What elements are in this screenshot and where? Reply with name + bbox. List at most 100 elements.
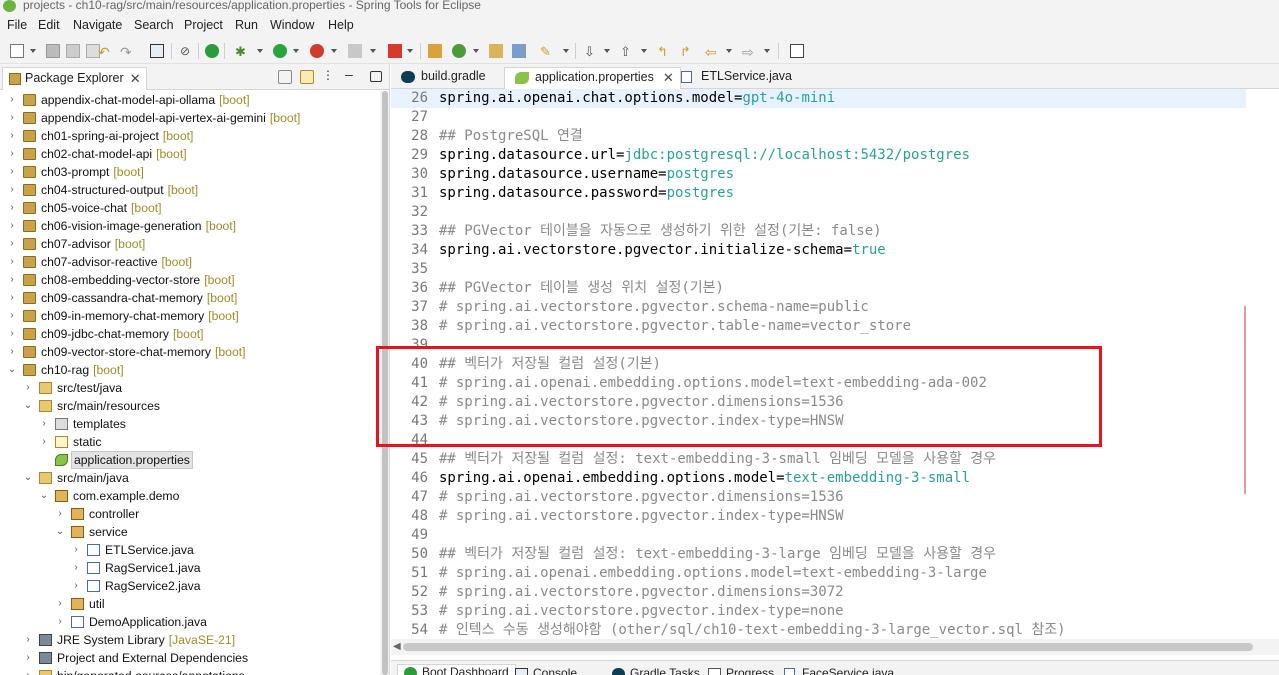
code-line[interactable]: 54 # 인텍스 수동 생성해야함 (other/sql/ch10-text-em…: [391, 621, 1246, 639]
code-line[interactable]: 37 # spring.ai.vectorstore.pgvector.schem…: [391, 298, 1246, 317]
tree-source-folder[interactable]: › bin/generated-sources/annotations: [0, 667, 380, 675]
tree-project[interactable]: › appendix-chat-model-api-vertex-ai-gemin…: [0, 109, 380, 127]
expand-arrow-icon[interactable]: ›: [39, 415, 49, 433]
expand-arrow-icon[interactable]: ›: [7, 253, 17, 271]
search-icon[interactable]: ✎: [540, 44, 554, 59]
deploy-dropdown-icon[interactable]: [407, 49, 413, 53]
collapse-arrow-icon[interactable]: ⌄: [23, 397, 33, 415]
code-line[interactable]: 36 ## PGVector 테이블 생성 위치 설정(기본): [391, 279, 1246, 298]
menu-search[interactable]: Search: [134, 18, 174, 32]
back-dropdown-icon[interactable]: [726, 49, 732, 53]
menu-help[interactable]: Help: [328, 18, 354, 32]
expand-arrow-icon[interactable]: ›: [71, 577, 81, 595]
expand-arrow-icon[interactable]: ›: [23, 631, 33, 649]
tab-gradle-tasks[interactable]: Gradle Tasks: [612, 666, 700, 675]
expand-arrow-icon[interactable]: ›: [71, 559, 81, 577]
forward-icon[interactable]: ⇨: [742, 44, 756, 60]
tree-project[interactable]: › ch01-spring-ai-project [boot]: [0, 127, 380, 145]
code-line[interactable]: 44: [391, 431, 1246, 450]
expand-arrow-icon[interactable]: ›: [7, 307, 17, 325]
collapse-arrow-icon[interactable]: ⌄: [23, 469, 33, 487]
tree-java-file[interactable]: › RagService1.java: [0, 559, 380, 577]
menu-edit[interactable]: Edit: [38, 18, 60, 32]
link-with-editor-icon[interactable]: [300, 70, 314, 84]
code-line[interactable]: 51 # spring.ai.openai.embedding.options.m…: [391, 564, 1246, 583]
expand-arrow-icon[interactable]: ›: [7, 271, 17, 289]
new-class-icon[interactable]: [452, 44, 466, 58]
code-line[interactable]: 52 # spring.ai.vectorstore.pgvector.dimen…: [391, 583, 1246, 602]
maximize-icon[interactable]: [370, 71, 382, 82]
code-line[interactable]: 27: [391, 108, 1246, 127]
expand-arrow-icon[interactable]: ›: [7, 199, 17, 217]
tab-console[interactable]: Console: [515, 666, 577, 675]
code-line[interactable]: 41 # spring.ai.openai.embedding.options.m…: [391, 374, 1246, 393]
menu-file[interactable]: File: [7, 18, 27, 32]
expand-arrow-icon[interactable]: ›: [7, 181, 17, 199]
menu-window[interactable]: Window: [270, 18, 314, 32]
tree-project[interactable]: › ch07-advisor [boot]: [0, 235, 380, 253]
open-type-icon[interactable]: [489, 44, 503, 58]
next-annotation-icon[interactable]: ⇩: [584, 44, 598, 59]
expand-arrow-icon[interactable]: ›: [7, 343, 17, 361]
tree-java-file[interactable]: › DemoApplication.java: [0, 613, 380, 631]
tree-project[interactable]: › ch08-embedding-vector-store [boot]: [0, 271, 380, 289]
code-line[interactable]: 31 spring.datasource.password=postgres: [391, 184, 1246, 203]
tree-package[interactable]: › controller: [0, 505, 380, 523]
collapse-arrow-icon[interactable]: ⌄: [7, 361, 17, 379]
back-icon[interactable]: ⇦: [705, 44, 719, 60]
scrollbar-thumb[interactable]: [403, 643, 1253, 651]
tab-progress[interactable]: Progress: [708, 666, 774, 675]
code-line[interactable]: 32: [391, 203, 1246, 222]
collapse-arrow-icon[interactable]: ⌄: [55, 523, 65, 541]
expand-arrow-icon[interactable]: ›: [55, 613, 65, 631]
tree-library[interactable]: › Project and External Dependencies: [0, 649, 380, 667]
view-menu-icon[interactable]: ⋮: [322, 68, 336, 82]
code-line[interactable]: 30 spring.datasource.username=postgres: [391, 165, 1246, 184]
code-line[interactable]: 43 # spring.ai.vectorstore.pgvector.index…: [391, 412, 1246, 431]
editor-horizontal-scrollbar[interactable]: ◀: [391, 639, 1279, 655]
expand-arrow-icon[interactable]: ›: [7, 127, 17, 145]
debug-dropdown-icon[interactable]: [257, 49, 263, 53]
tab-etlservice-java[interactable]: ETLService.java: [671, 67, 800, 89]
expand-arrow-icon[interactable]: ›: [7, 325, 17, 343]
tab-build-gradle[interactable]: build.gradle: [391, 67, 494, 89]
forward-dropdown-icon[interactable]: [764, 49, 770, 53]
tree-file-selected[interactable]: application.properties: [0, 451, 380, 469]
collapse-arrow-icon[interactable]: ⌄: [39, 487, 49, 505]
collapse-all-icon[interactable]: [278, 70, 292, 84]
code-line[interactable]: 48 # spring.ai.vectorstore.pgvector.index…: [391, 507, 1246, 526]
expand-arrow-icon[interactable]: ›: [7, 163, 17, 181]
debug-icon[interactable]: ✱: [235, 44, 249, 59]
tab-faceservice-java[interactable]: FaceService.java: [784, 666, 894, 675]
previous-annotation-dropdown-icon[interactable]: [641, 49, 647, 53]
external-tools-dropdown-icon[interactable]: [331, 49, 337, 53]
code-line[interactable]: 39: [391, 336, 1246, 355]
menu-run[interactable]: Run: [235, 18, 258, 32]
expand-arrow-icon[interactable]: ›: [7, 91, 17, 109]
code-line[interactable]: 42 # spring.ai.vectorstore.pgvector.dimen…: [391, 393, 1246, 412]
expand-arrow-icon[interactable]: ›: [71, 541, 81, 559]
tree-source-folder[interactable]: ⌄ src/main/java: [0, 469, 380, 487]
open-perspective-icon[interactable]: [790, 44, 804, 58]
tree-project[interactable]: › ch06-vision-image-generation [boot]: [0, 217, 380, 235]
tree-project[interactable]: › ch03-prompt [boot]: [0, 163, 380, 181]
code-line[interactable]: 38 # spring.ai.vectorstore.pgvector.table…: [391, 317, 1246, 336]
expand-arrow-icon[interactable]: ›: [7, 145, 17, 163]
tree-project-expanded[interactable]: ⌄ ch10-rag [boot]: [0, 361, 380, 379]
menu-navigate[interactable]: Navigate: [73, 18, 122, 32]
code-line[interactable]: 33 ## PGVector 테이블을 자동으로 생성하기 위한 설정(기본: f…: [391, 222, 1246, 241]
expand-arrow-icon[interactable]: ›: [7, 289, 17, 307]
stop-dropdown-icon[interactable]: [370, 49, 376, 53]
tab-application-properties[interactable]: application.properties ✕: [504, 67, 681, 89]
tree-source-folder[interactable]: ⌄ src/main/resources: [0, 397, 380, 415]
tree-project[interactable]: › ch02-chat-model-api [boot]: [0, 145, 380, 163]
tree-package[interactable]: ⌄ service: [0, 523, 380, 541]
expand-arrow-icon[interactable]: ›: [23, 649, 33, 667]
code-line[interactable]: 28 ## PostgreSQL 연결: [391, 127, 1246, 146]
code-view[interactable]: 26 spring.ai.openai.chat.options.model=gp…: [391, 89, 1279, 639]
expand-arrow-icon[interactable]: ›: [7, 109, 17, 127]
redo-icon[interactable]: ↷: [120, 44, 134, 60]
tree-project[interactable]: › ch09-jdbc-chat-memory [boot]: [0, 325, 380, 343]
tree-folder[interactable]: › templates: [0, 415, 380, 433]
new-class-dropdown-icon[interactable]: [473, 49, 479, 53]
